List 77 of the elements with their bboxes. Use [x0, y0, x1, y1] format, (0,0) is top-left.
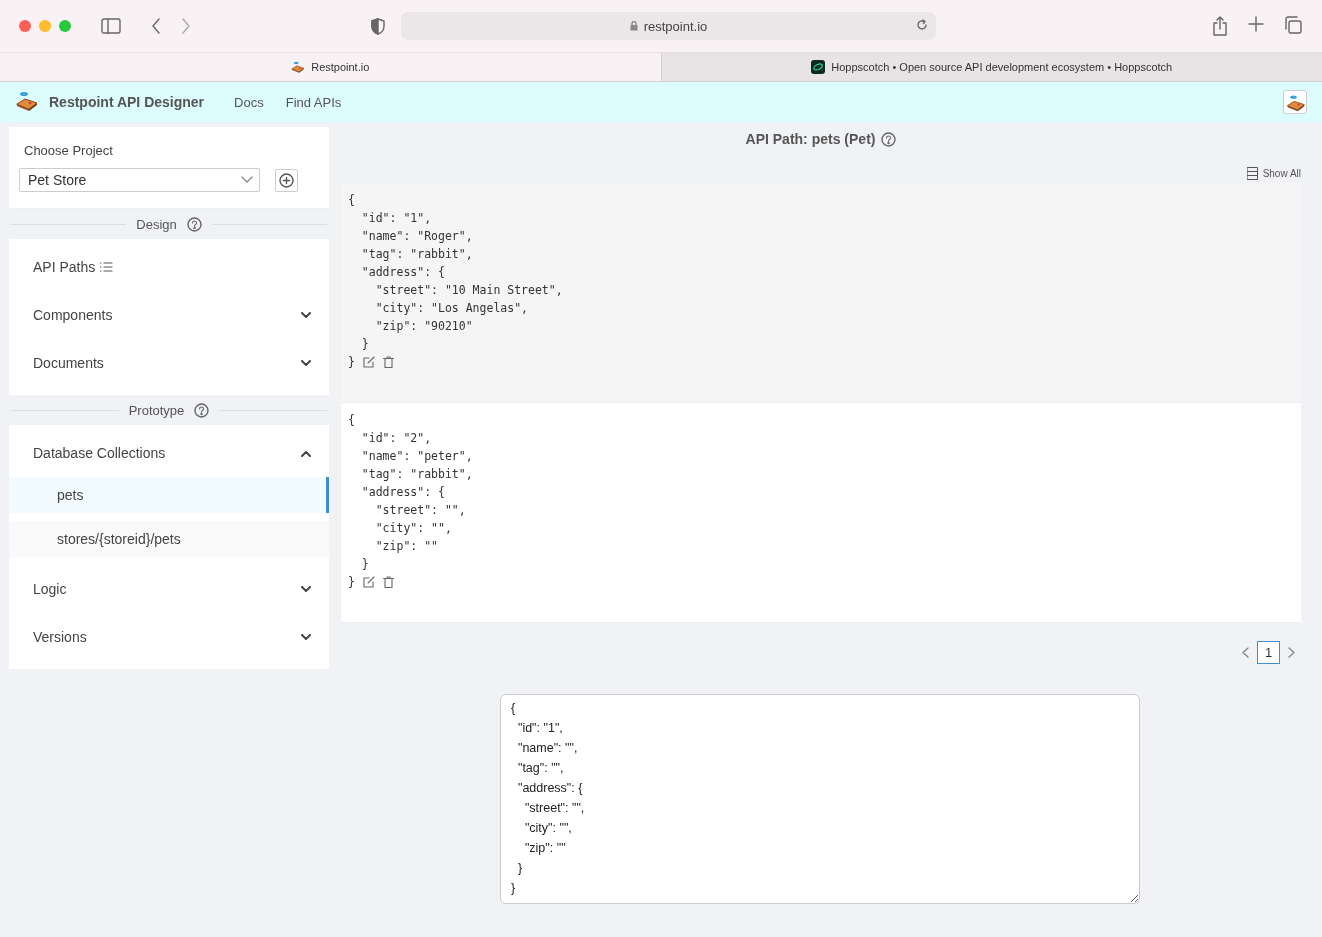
add-project-button[interactable]: [275, 168, 298, 192]
address-bar[interactable]: restpoint.io: [401, 12, 936, 40]
next-page-button[interactable]: [1288, 647, 1295, 658]
code-line: "tag": "rabbit",: [360, 246, 473, 263]
project-select[interactable]: Pet Store: [19, 168, 260, 192]
code-line: {: [348, 192, 355, 209]
app-title: Restpoint API Designer: [49, 94, 205, 110]
previous-page-button[interactable]: [1242, 647, 1249, 658]
page-button[interactable]: 1: [1257, 641, 1280, 664]
back-icon[interactable]: [151, 18, 161, 34]
edit-button[interactable]: [362, 576, 375, 588]
field-label: Choose Project: [24, 143, 113, 158]
trash-icon: [382, 576, 394, 588]
lock-icon: [629, 21, 638, 31]
profile-button[interactable]: [1283, 90, 1307, 114]
plus-circle-icon: [279, 172, 294, 188]
chevron-left-icon: [1242, 647, 1249, 658]
address-text: restpoint.io: [643, 18, 708, 34]
menu-item[interactable]: Logic: [9, 565, 329, 613]
delete-button[interactable]: [382, 576, 394, 588]
tabs-overview-icon[interactable]: [1284, 16, 1302, 34]
code-line: "zip": "": [374, 538, 438, 555]
code-line: "id": "2",: [360, 430, 432, 447]
menu-item[interactable]: Components: [9, 291, 329, 339]
share-icon[interactable]: [1212, 16, 1228, 36]
code-line: "tag": "rabbit",: [360, 466, 473, 483]
delete-button[interactable]: [382, 356, 394, 368]
code-line: "id": "1",: [360, 210, 432, 227]
sidebar-icon[interactable]: [101, 18, 121, 34]
code-line: "zip": "90210": [374, 318, 473, 335]
section-title: Design: [136, 216, 177, 232]
section-title: Prototype: [128, 402, 185, 418]
box-logo-icon: [291, 60, 306, 74]
page-title: API Path: pets (Pet): [745, 131, 876, 147]
code-line: {: [348, 412, 355, 429]
code-line: }: [348, 574, 355, 591]
submenu-item[interactable]: pets: [9, 477, 329, 513]
app-logo-icon: [811, 60, 826, 74]
reload-icon[interactable]: [916, 19, 928, 31]
help-icon[interactable]: [186, 216, 202, 232]
code-line: "city": "Los Angelas",: [374, 300, 528, 317]
menu-item[interactable]: Documents: [9, 339, 329, 387]
chevron-right-icon: [1288, 647, 1295, 658]
nav-link[interactable]: Find APIs: [285, 94, 342, 110]
code-line: "street": "",: [374, 502, 466, 519]
code-line: "name": "peter",: [360, 448, 473, 465]
table-icon: [1246, 167, 1258, 180]
help-icon[interactable]: [194, 402, 210, 418]
close-button[interactable]: [19, 20, 31, 32]
select-value: Pet Store: [28, 172, 87, 188]
browser-tab[interactable]: Restpoint.io: [0, 53, 661, 81]
edit-icon: [362, 576, 375, 588]
code-line: }: [348, 354, 355, 371]
code-line: "address": {: [360, 264, 445, 281]
list-icon: [99, 261, 114, 273]
edit-icon: [362, 356, 375, 368]
code-line: "address": {: [360, 484, 445, 501]
submenu-item[interactable]: stores/{storeid}/pets: [9, 521, 329, 557]
json-editor[interactable]: { "id": "1", "name": "", "tag": "", "address": { "street": "", "city": "", "zip": "" } }: [500, 694, 1140, 904]
box-logo-icon: [1286, 93, 1306, 113]
code-line: }: [360, 556, 369, 573]
help-icon[interactable]: [881, 131, 897, 147]
code-line: "city": "",: [374, 520, 452, 537]
chevron-down-icon: [241, 176, 253, 184]
browser-tab[interactable]: Hoppscotch • Open source API development ecosystem • Hoppscotch: [660, 53, 1322, 81]
menu-item[interactable]: Database Collections: [9, 429, 329, 477]
shield-icon: [371, 17, 385, 35]
menu-item[interactable]: Versions: [9, 613, 329, 661]
code-line: "street": "10 Main Street",: [374, 282, 563, 299]
code-line: "name": "Roger",: [360, 228, 473, 245]
menu-item[interactable]: API Paths: [9, 243, 329, 291]
code-line: }: [360, 336, 369, 353]
edit-button[interactable]: [362, 356, 375, 368]
plus-icon[interactable]: [1248, 16, 1264, 32]
show-all-button[interactable]: Show All: [1246, 167, 1301, 180]
nav-link[interactable]: Docs: [234, 94, 264, 110]
trash-icon: [382, 356, 394, 368]
